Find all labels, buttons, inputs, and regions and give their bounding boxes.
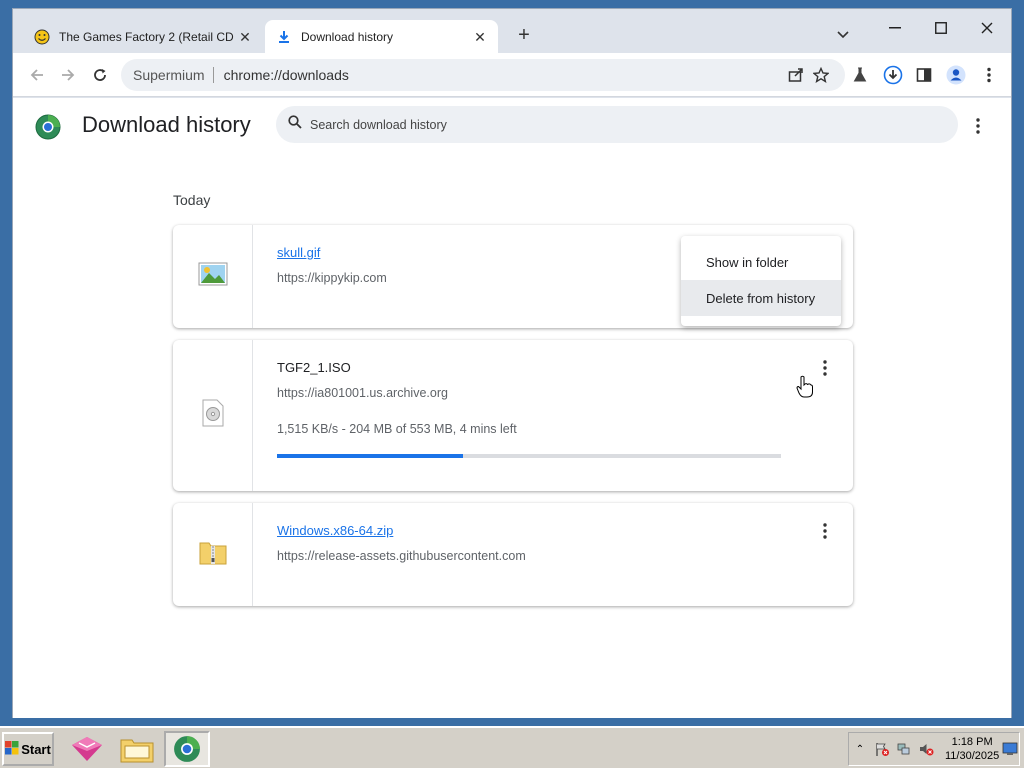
volume-muted-icon[interactable]	[915, 738, 937, 760]
disc-image-icon	[201, 399, 225, 432]
side-panel-icon[interactable]	[912, 63, 936, 87]
url-text[interactable]: chrome://downloads	[224, 67, 349, 83]
start-label: Start	[21, 741, 51, 757]
downloads-page: Download history Today skull.gif https:/…	[13, 98, 1011, 718]
browser-menu-icon[interactable]	[977, 63, 1001, 87]
taskbar-supermium-icon[interactable]	[164, 731, 210, 767]
reload-button[interactable]	[88, 63, 112, 87]
share-icon[interactable]	[785, 64, 807, 86]
source-url[interactable]: https://release-assets.githubusercontent…	[277, 549, 526, 563]
file-name-link[interactable]: skull.gif	[277, 245, 320, 260]
windows-logo-icon	[5, 740, 19, 758]
menu-item-show-in-folder[interactable]: Show in folder	[681, 244, 841, 280]
action-center-flag-icon[interactable]	[871, 738, 893, 760]
hand-cursor-icon	[796, 375, 814, 399]
back-button[interactable]	[25, 63, 49, 87]
tab-title: Download history	[301, 30, 394, 44]
start-button[interactable]: Start	[2, 732, 54, 766]
download-item: TGF2_1.ISO https://ia801001.us.archive.o…	[173, 340, 853, 491]
taskbar-app-pink-cube-icon[interactable]	[64, 731, 110, 767]
supermium-logo-icon	[35, 114, 61, 140]
tab-download-history[interactable]: Download history ✕	[265, 20, 498, 54]
item-more-actions-icon[interactable]	[815, 521, 835, 541]
tab-close-icon[interactable]: ✕	[237, 29, 253, 45]
file-name: TGF2_1.ISO	[277, 360, 351, 375]
clock-date: 11/30/2025	[945, 750, 1000, 762]
image-file-icon	[198, 261, 228, 292]
download-status: 1,515 KB/s - 204 MB of 553 MB, 4 mins le…	[277, 422, 517, 436]
address-bar[interactable]: Supermium chrome://downloads	[121, 59, 845, 91]
tab-title: The Games Factory 2 (Retail CD Ric	[59, 30, 237, 44]
search-box[interactable]	[276, 106, 958, 143]
browser-toolbar: Supermium chrome://downloads	[13, 53, 1011, 97]
tab-close-icon[interactable]: ✕	[472, 29, 488, 45]
file-icon-column	[173, 503, 253, 606]
progress-bar-fill	[277, 454, 464, 458]
taskbar-file-explorer-icon[interactable]	[114, 731, 160, 767]
date-section-label: Today	[173, 192, 211, 208]
file-icon-column	[173, 225, 253, 328]
zip-folder-icon	[198, 537, 228, 572]
tab-bar: The Games Factory 2 (Retail CD Ric ✕ Dow…	[13, 9, 1011, 54]
taskbar: Start ⌃ 1:18 PM 11/30/2025	[0, 726, 1024, 768]
network-icon[interactable]	[893, 738, 915, 760]
item-more-actions-icon[interactable]	[815, 358, 835, 378]
browser-brand-label: Supermium	[133, 67, 214, 83]
labs-flask-icon[interactable]	[848, 63, 872, 87]
close-window-button[interactable]	[967, 15, 1007, 41]
source-url[interactable]: https://kippykip.com	[277, 271, 387, 285]
item-context-menu: Show in folder Delete from history	[681, 236, 841, 326]
menu-item-delete-from-history[interactable]: Delete from history	[681, 280, 841, 316]
file-name-link[interactable]: Windows.x86-64.zip	[277, 523, 393, 538]
clock-time: 1:18 PM	[951, 736, 993, 748]
downloads-toolbar-icon[interactable]	[881, 63, 905, 87]
page-title: Download history	[82, 112, 251, 137]
search-input[interactable]	[310, 117, 910, 132]
tray-expand-chevron-icon[interactable]: ⌃	[849, 738, 871, 760]
show-desktop-icon[interactable]	[999, 738, 1021, 760]
browser-window: The Games Factory 2 (Retail CD Ric ✕ Dow…	[12, 8, 1012, 718]
bookmark-star-icon[interactable]	[810, 64, 832, 86]
download-icon	[275, 28, 293, 46]
new-tab-button[interactable]: +	[513, 23, 535, 47]
download-item: Windows.x86-64.zip https://release-asset…	[173, 503, 853, 606]
smiley-favicon-icon	[33, 28, 51, 46]
source-url[interactable]: https://ia801001.us.archive.org	[277, 386, 448, 400]
progress-bar	[277, 454, 781, 458]
system-tray: ⌃ 1:18 PM 11/30/2025	[848, 732, 1020, 766]
forward-button[interactable]	[56, 63, 80, 87]
clock[interactable]: 1:18 PM 11/30/2025	[945, 735, 999, 763]
tab-games-factory[interactable]: The Games Factory 2 (Retail CD Ric ✕	[23, 20, 263, 54]
file-icon-column	[173, 340, 253, 491]
search-icon	[288, 115, 302, 134]
page-more-actions-icon[interactable]	[968, 116, 988, 136]
maximize-button[interactable]	[921, 15, 961, 41]
chevron-down-icon[interactable]	[833, 25, 853, 45]
minimize-button[interactable]	[875, 15, 915, 41]
profile-avatar-icon[interactable]	[944, 63, 968, 87]
